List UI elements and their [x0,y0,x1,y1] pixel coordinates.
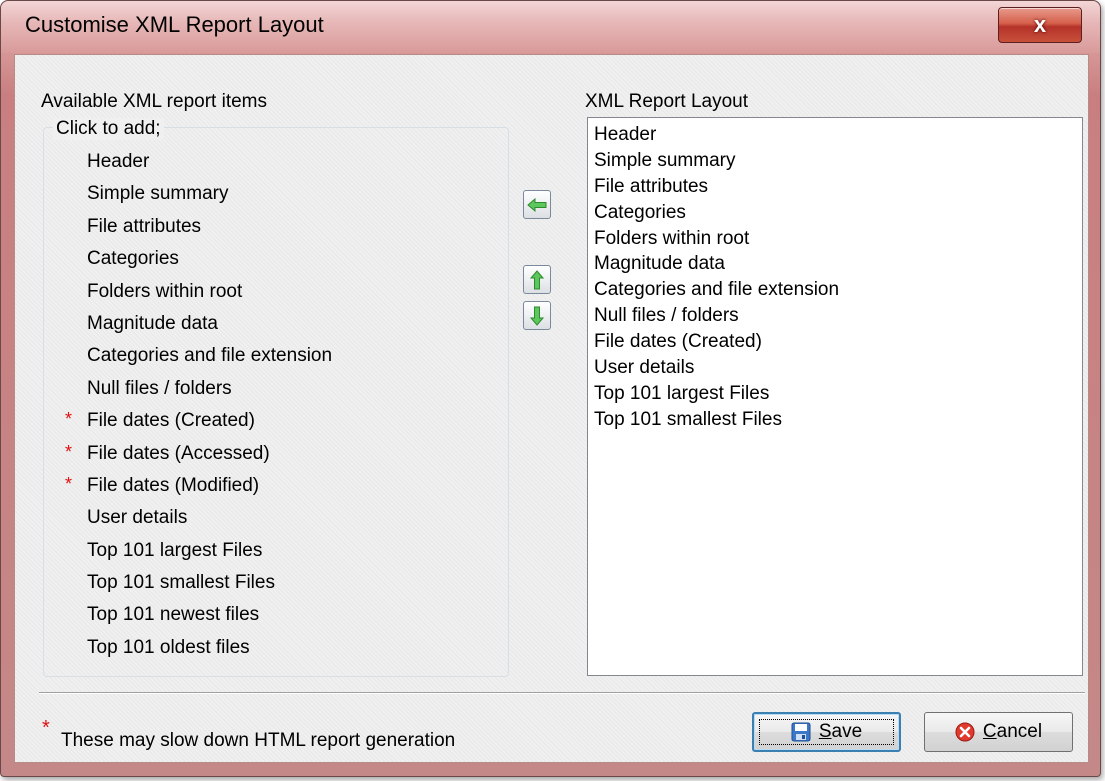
move-up-button[interactable] [523,265,551,294]
divider [39,692,1085,694]
title-bar[interactable]: Customise XML Report Layout x [1,1,1100,53]
footnote-star: * [42,717,50,739]
available-item[interactable]: File attributes [52,211,332,243]
available-item-label: Magnitude data [87,312,218,334]
cancel-icon [955,722,975,742]
arrow-down-icon [530,306,544,326]
available-item[interactable]: Simple summary [52,178,332,210]
layout-item[interactable]: Top 101 largest Files [594,381,1076,407]
available-item[interactable]: Categories and file extension [52,340,332,372]
available-item-label: Top 101 newest files [87,604,260,626]
save-button[interactable]: Save [752,712,901,752]
focus-rectangle [759,719,894,745]
available-item-label: Top 101 largest Files [87,539,263,561]
arrow-up-icon [530,269,544,289]
remove-item-button[interactable] [523,190,551,219]
window-title: Customise XML Report Layout [25,12,324,37]
available-items-list: Header Simple summary File attributes Categ… [52,146,332,664]
available-item-label: Folders within root [87,280,243,302]
close-button[interactable]: x [998,7,1082,43]
layout-item[interactable]: Top 101 smallest Files [594,407,1076,433]
cancel-button-label: Cancel [982,721,1043,742]
report-layout-listbox[interactable]: Header Simple summary File attributes Categ… [587,117,1083,676]
available-items-heading: Available XML report items [41,91,267,112]
available-items-group-label: Click to add; [53,118,164,140]
footnote-text: These may slow down HTML report generati… [61,730,456,751]
available-item[interactable]: * File dates (Accessed) [52,438,332,470]
dialog-client: Available XML report items Click to add;… [14,54,1089,763]
available-item-label: Null files / folders [87,377,232,399]
available-item-label: File dates (Accessed) [87,442,270,464]
layout-item[interactable]: Header [594,122,1076,148]
report-layout-heading: XML Report Layout [585,91,748,112]
layout-item[interactable]: User details [594,355,1076,381]
available-item-label: Top 101 smallest Files [87,572,275,594]
layout-item[interactable]: Null files / folders [594,303,1076,329]
layout-item[interactable]: File attributes [594,174,1076,200]
move-down-button[interactable] [523,301,551,330]
available-item[interactable]: Magnitude data [52,308,332,340]
layout-item[interactable]: Categories [594,200,1076,226]
available-item-label: Categories and file extension [87,345,333,367]
close-icon: x [1033,12,1047,37]
layout-item[interactable]: Simple summary [594,148,1076,174]
available-item[interactable]: Header [52,146,332,178]
cancel-button[interactable]: Cancel [924,712,1073,752]
slow-warning-star: * [65,473,73,494]
available-item[interactable]: Top 101 largest Files [52,535,332,567]
layout-item[interactable]: Folders within root [594,226,1076,252]
available-item[interactable]: Folders within root [52,276,332,308]
available-item[interactable]: Top 101 newest files [52,599,332,631]
arrow-left-icon [527,197,547,212]
slow-warning-star: * [65,409,73,430]
available-item-label: Simple summary [87,183,229,205]
available-item[interactable]: Null files / folders [52,373,332,405]
slow-warning-star: * [65,441,73,462]
available-item-label: File dates (Modified) [87,474,260,496]
available-item[interactable]: User details [52,502,332,534]
available-item[interactable]: Categories [52,243,332,275]
available-item[interactable]: Top 101 oldest files [52,632,332,664]
available-item-label: File dates (Created) [87,410,255,432]
report-layout-list: Header Simple summary File attributes Categ… [594,122,1076,433]
available-item[interactable]: * File dates (Created) [52,405,332,437]
dialog-window: Customise XML Report Layout x Available … [0,0,1101,777]
layout-item[interactable]: Categories and file extension [594,277,1076,303]
available-item[interactable]: Top 101 smallest Files [52,567,332,599]
available-item-label: File attributes [87,215,202,237]
available-item-label: Categories [87,248,179,270]
available-item-label: Top 101 oldest files [87,636,250,658]
available-item-label: Header [87,151,150,172]
available-item[interactable]: * File dates (Modified) [52,470,332,502]
layout-item[interactable]: Magnitude data [594,251,1076,277]
available-item-label: User details [87,507,188,529]
layout-item[interactable]: File dates (Created) [594,329,1076,355]
